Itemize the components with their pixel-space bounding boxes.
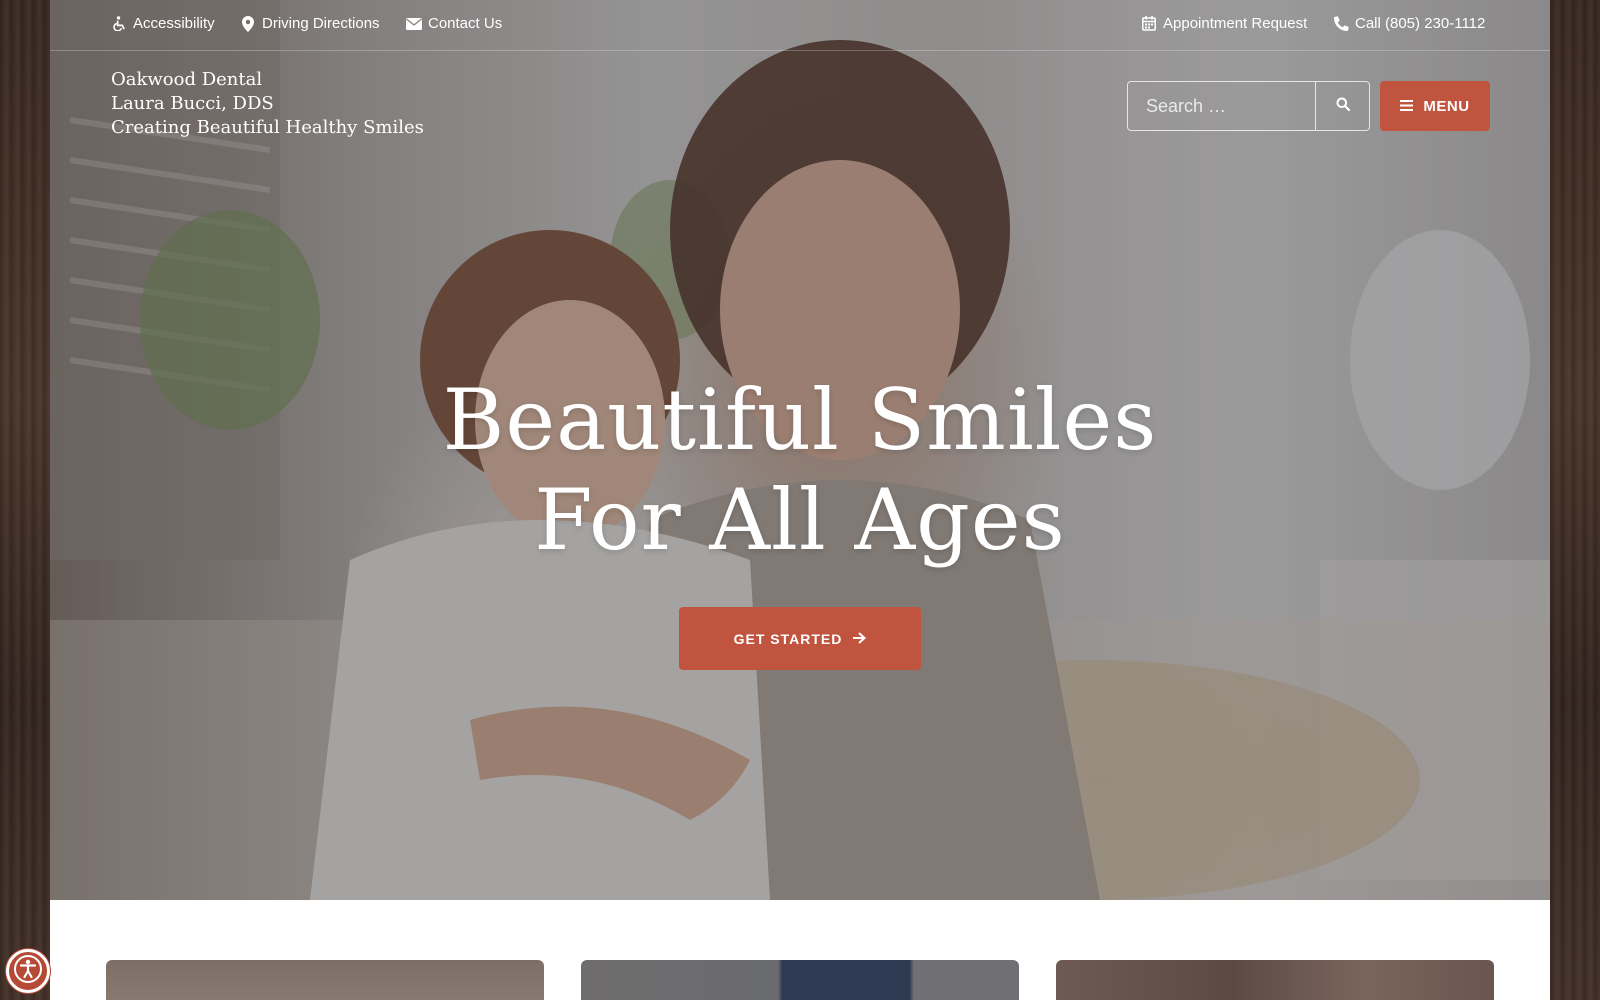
map-marker-icon xyxy=(240,15,256,32)
calendar-icon xyxy=(1141,16,1157,32)
site-logo[interactable]: Oakwood Dental Laura Bucci, DDS Creating… xyxy=(111,68,424,140)
wheelchair-icon xyxy=(111,16,127,32)
menu-button[interactable]: MENU xyxy=(1380,81,1490,131)
logo-practice-name: Oakwood Dental xyxy=(111,69,263,90)
appointment-request-label: Appointment Request xyxy=(1163,15,1308,32)
call-phone-label: Call (805) 230-1112 xyxy=(1355,15,1486,32)
driving-directions-link[interactable]: Driving Directions xyxy=(240,15,380,32)
wood-background-right xyxy=(1550,0,1600,1000)
page-container: Accessibility Driving Directions Contact… xyxy=(50,0,1550,1000)
appointment-request-link[interactable]: Appointment Request xyxy=(1141,15,1307,32)
call-phone-link[interactable]: Call (805) 230-1112 xyxy=(1333,15,1485,32)
search-input[interactable] xyxy=(1128,82,1315,130)
hero-section: Accessibility Driving Directions Contact… xyxy=(50,0,1550,900)
get-started-label: GET STARTED xyxy=(733,630,843,647)
hero-headline: Beautiful Smiles For All Ages xyxy=(50,370,1550,570)
accessibility-icon xyxy=(13,954,43,989)
wood-background-left xyxy=(0,0,50,1000)
search-form xyxy=(1127,81,1370,131)
hamburger-icon xyxy=(1400,98,1414,115)
accessibility-link-label: Accessibility xyxy=(133,15,215,32)
search-button[interactable] xyxy=(1315,82,1369,130)
utility-bar: Accessibility Driving Directions Contact… xyxy=(50,0,1550,51)
menu-button-label: MENU xyxy=(1423,97,1470,115)
get-started-button[interactable]: GET STARTED xyxy=(679,607,921,670)
contact-us-link[interactable]: Contact Us xyxy=(406,15,502,32)
driving-directions-label: Driving Directions xyxy=(262,15,380,32)
accessibility-link[interactable]: Accessibility xyxy=(111,15,215,32)
envelope-icon xyxy=(406,16,422,32)
hero-headline-line1: Beautiful Smiles xyxy=(442,371,1158,469)
arrow-right-icon xyxy=(852,631,867,647)
logo-tagline: Creating Beautiful Healthy Smiles xyxy=(111,117,424,138)
feature-card-2[interactable] xyxy=(581,960,1019,1000)
accessibility-widget-button[interactable] xyxy=(6,949,50,993)
search-icon xyxy=(1336,97,1350,116)
phone-icon xyxy=(1333,16,1349,32)
contact-us-label: Contact Us xyxy=(428,15,503,32)
feature-card-3[interactable] xyxy=(1056,960,1494,1000)
logo-dentist-name: Laura Bucci, DDS xyxy=(111,93,274,114)
feature-card-1[interactable] xyxy=(106,960,544,1000)
hero-headline-line2: For All Ages xyxy=(534,471,1066,569)
